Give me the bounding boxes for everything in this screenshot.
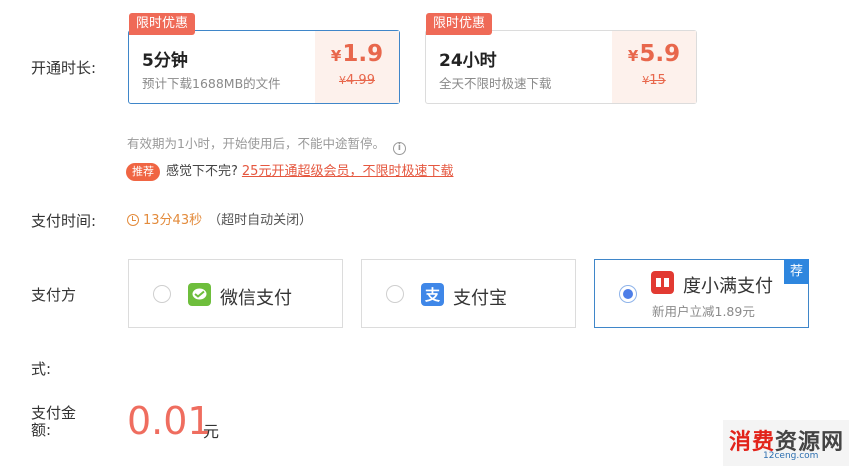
duration-label: 开通时长: <box>31 59 97 77</box>
plan-desc: 预计下载1688MB的文件 <box>142 76 281 91</box>
wechat-pay-icon <box>188 283 211 306</box>
payment-option-wechat[interactable]: 微信支付 <box>128 259 343 328</box>
alipay-icon: 支 <box>421 283 444 306</box>
plan-name: 5分钟 <box>142 51 188 71</box>
amount-label-cont: 额: <box>31 421 52 439</box>
price-value: 1.9 <box>342 41 384 67</box>
pay-amount: 0.01 <box>127 399 212 443</box>
price-box: ¥5.9 ¥15 <box>612 31 696 103</box>
plan-desc: 全天不限时极速下载 <box>439 76 552 91</box>
plan-name: 24小时 <box>439 51 497 71</box>
radio-button-selected[interactable] <box>619 285 637 303</box>
timeout-hint: （超时自动关闭） <box>208 213 313 228</box>
new-user-discount: 新用户立减1.89元 <box>652 304 755 319</box>
watermark-sub: 12ceng.com <box>763 451 819 461</box>
clock-icon <box>127 214 139 226</box>
info-icon[interactable]: i <box>392 142 406 155</box>
duxiaoman-icon <box>651 271 674 294</box>
original-price: ¥4.99 <box>315 73 399 88</box>
limited-offer-tag: 限时优惠 <box>426 13 493 35</box>
payment-label: 支付宝 <box>453 288 507 309</box>
plan-price: ¥1.9 <box>315 41 399 67</box>
currency-symbol: ¥ <box>339 74 347 87</box>
payment-option-duxiaoman[interactable]: 度小满支付 新用户立减1.89元 荐 <box>594 259 809 328</box>
validity-note-text: 有效期为1小时，开始使用后，不能中途暂停。 <box>127 136 385 151</box>
promo-text: 感觉下不完? <box>166 164 238 179</box>
original-price: ¥15 <box>612 73 696 88</box>
validity-note: 有效期为1小时，开始使用后，不能中途暂停。 i <box>127 133 406 155</box>
radio-button[interactable] <box>386 285 404 303</box>
radio-button[interactable] <box>153 285 171 303</box>
pay-time-label: 支付时间: <box>31 212 97 230</box>
original-value: 4.99 <box>346 73 375 88</box>
payment-label: 微信支付 <box>220 288 292 309</box>
site-watermark: 消费资源网 12ceng.com <box>723 420 849 466</box>
pay-method-label: 支付方 <box>31 286 77 304</box>
payment-label: 度小满支付 <box>683 276 773 297</box>
limited-offer-tag: 限时优惠 <box>129 13 196 35</box>
countdown-time: 13分43秒 <box>143 213 203 228</box>
recommend-badge: 推荐 <box>126 163 160 181</box>
currency-symbol: ¥ <box>627 47 639 65</box>
svg-text:支: 支 <box>424 286 441 304</box>
promo-row: 推荐 感觉下不完? 25元开通超级会员，不限时极速下载 <box>126 163 453 181</box>
price-box: ¥1.9 ¥4.99 <box>315 31 399 103</box>
currency-symbol: ¥ <box>330 47 342 65</box>
original-value: 15 <box>649 73 666 88</box>
payment-timer: 13分43秒 （超时自动关闭） <box>127 212 312 230</box>
super-vip-link[interactable]: 25元开通超级会员，不限时极速下载 <box>242 164 454 179</box>
pay-method-label-cont: 式: <box>31 360 52 378</box>
recommended-badge: 荐 <box>784 259 809 284</box>
plan-card-5min[interactable]: 限时优惠 5分钟 预计下载1688MB的文件 ¥1.9 ¥4.99 <box>128 13 400 104</box>
price-value: 5.9 <box>639 41 681 67</box>
plan-card-24h[interactable]: 限时优惠 24小时 全天不限时极速下载 ¥5.9 ¥15 <box>425 13 697 104</box>
plan-price: ¥5.9 <box>612 41 696 67</box>
payment-option-alipay[interactable]: 支 支付宝 <box>361 259 576 328</box>
amount-unit: 元 <box>203 422 220 441</box>
